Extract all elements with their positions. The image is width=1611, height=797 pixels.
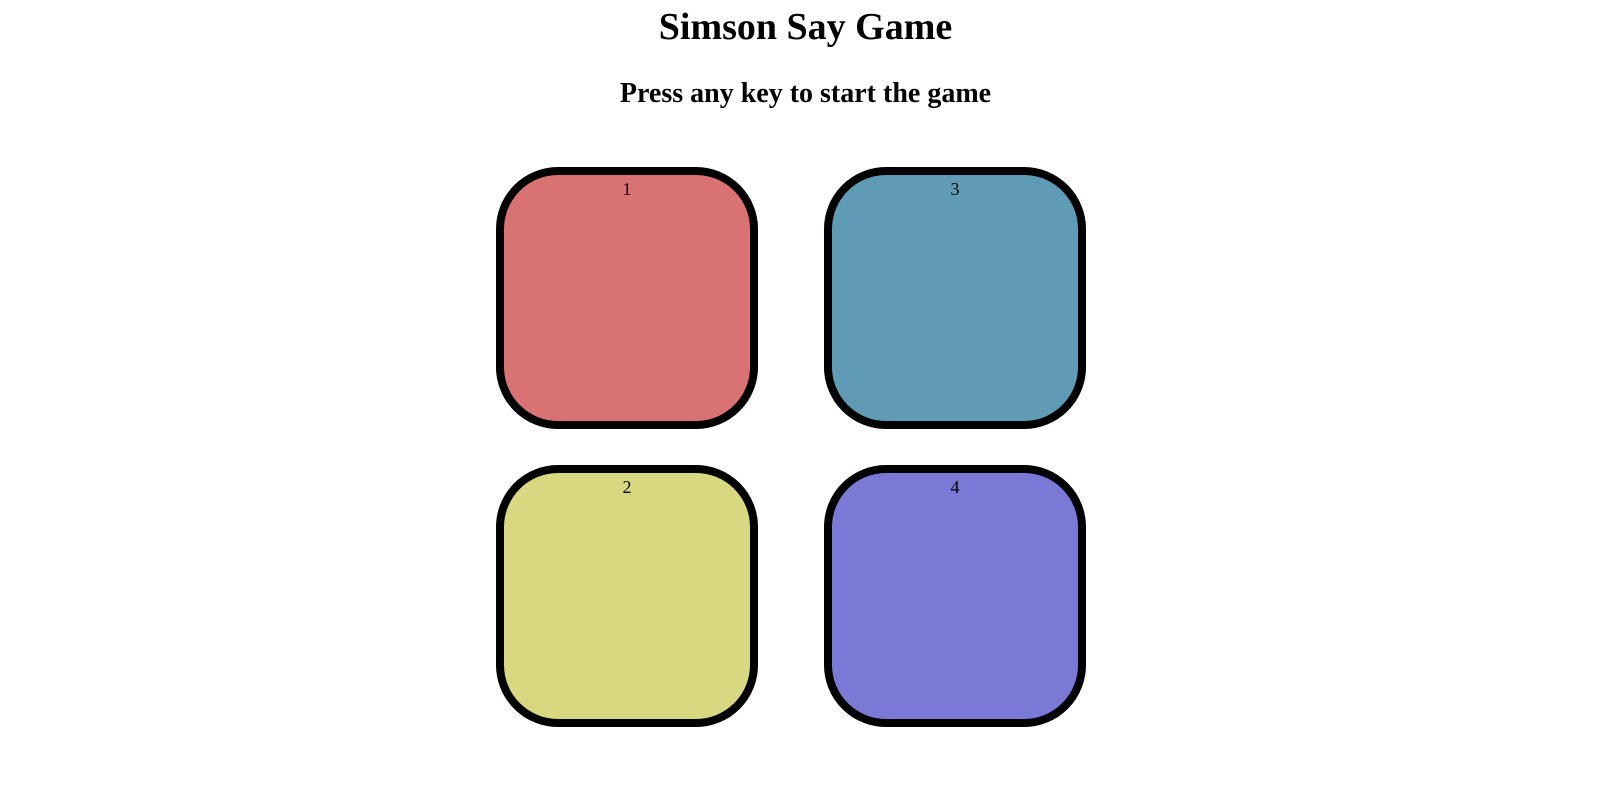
game-page: Simson Say Game Press any key to start t…	[0, 0, 1611, 797]
game-board: 1 3 2 4	[0, 0, 1611, 797]
color-button-label: 4	[950, 477, 960, 497]
color-button-4[interactable]: 4	[824, 465, 1086, 727]
color-button-1[interactable]: 1	[496, 167, 758, 429]
color-button-label: 3	[950, 179, 960, 199]
color-button-3[interactable]: 3	[824, 167, 1086, 429]
color-button-label: 1	[622, 179, 632, 199]
color-button-label: 2	[622, 477, 632, 497]
color-button-2[interactable]: 2	[496, 465, 758, 727]
